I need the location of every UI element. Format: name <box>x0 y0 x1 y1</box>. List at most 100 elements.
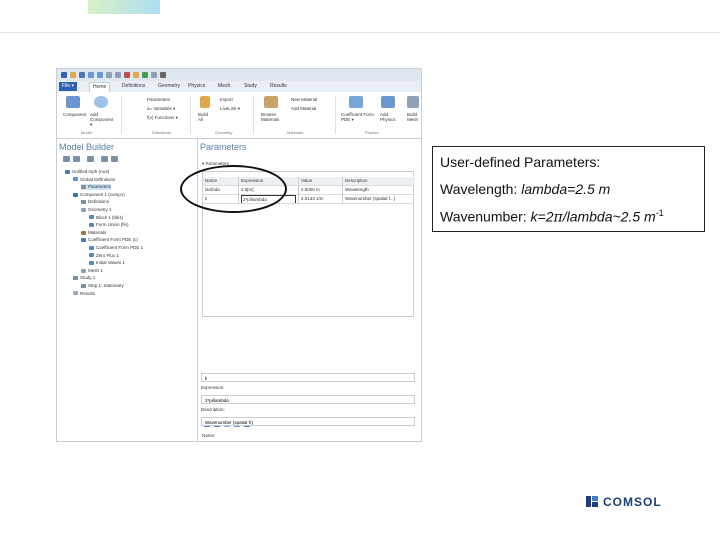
tree-item-label: Block 1 (blk1) <box>96 214 124 220</box>
tree-item-label: Initial Values 1 <box>96 260 125 266</box>
cell-description[interactable]: Wavenumber (spatial f...) <box>345 195 411 203</box>
column-divider <box>298 177 299 203</box>
show-icon[interactable] <box>87 156 94 162</box>
forward-icon[interactable] <box>73 156 80 162</box>
tree-item-label: Component 1 (comp1) <box>80 191 125 197</box>
tree-item[interactable]: Form Union (fin) <box>89 222 129 228</box>
info-wavenumber: Wavenumber: k=2π/lambda~2.5 m-1 <box>440 208 664 226</box>
mesh-icon <box>81 268 86 273</box>
column-divider <box>342 177 343 203</box>
ribbon-separator <box>253 96 254 134</box>
ribbon-group-label: Physics <box>365 130 379 135</box>
tab-file[interactable]: File ▾ <box>59 82 77 91</box>
tree-item[interactable]: Step 1: Stationary <box>81 283 124 289</box>
compute-icon[interactable] <box>142 72 148 78</box>
component-button[interactable]: Component <box>63 112 86 117</box>
tree-item[interactable]: Coefficient Form PDE 1 <box>89 245 143 251</box>
tree-item[interactable]: Coefficient Form PDE (c) <box>81 237 138 243</box>
ribbon-group-label: Materials <box>287 130 304 135</box>
build-all-icon[interactable] <box>200 96 210 108</box>
header-divider <box>0 32 720 33</box>
results-icon <box>73 291 78 296</box>
tree-item[interactable]: Global Definitions <box>73 177 115 183</box>
tree-item[interactable]: Untitled.mph (root) <box>65 169 109 175</box>
new-icon[interactable] <box>61 72 67 78</box>
settings-icon[interactable] <box>151 72 157 78</box>
comsol-window: File ▾ Home Definitions Geometry Physics Mesh… <box>56 68 422 442</box>
coefficient-form-icon[interactable] <box>349 96 363 108</box>
build-icon[interactable] <box>133 72 139 78</box>
ribbon: Component Add Component ▾ Parameters a= … <box>57 92 421 139</box>
browse-materials-icon[interactable] <box>264 96 278 108</box>
column-header-description[interactable]: Description <box>343 177 415 185</box>
tree-item[interactable]: Study 1 <box>73 275 95 281</box>
parameters-button[interactable]: Parameters <box>147 97 170 102</box>
tab-study[interactable]: Study <box>241 82 260 91</box>
tree-item-label: Study 1 <box>80 275 96 281</box>
collapse-icon[interactable] <box>101 156 108 162</box>
quick-access-toolbar <box>57 69 421 81</box>
tree-item[interactable]: Zero Flux 1 <box>89 253 119 259</box>
component-icon <box>73 192 78 197</box>
variables-button[interactable]: a= Variables ▾ <box>147 106 175 111</box>
expand-icon[interactable] <box>111 156 118 162</box>
coefficient-form-button[interactable]: Coefficient Form PDE ▾ <box>341 112 377 122</box>
open-icon[interactable] <box>70 72 76 78</box>
comsol-logo: COMSOL <box>586 494 676 510</box>
flux-icon <box>89 253 94 258</box>
build-mesh-icon[interactable] <box>407 96 419 108</box>
tree-item[interactable]: Results <box>73 291 95 297</box>
add-physics-icon[interactable] <box>381 96 395 108</box>
name-field[interactable]: k <box>201 373 415 382</box>
tree-item[interactable]: Parameters <box>81 184 112 191</box>
cell-description[interactable]: Wavelength <box>345 186 411 194</box>
ribbon-group-label: Geometry <box>215 130 233 135</box>
tree-item[interactable]: Geometry 1 <box>81 207 112 213</box>
wavenumber-prefix: Wavenumber: <box>440 208 531 225</box>
add-component-icon[interactable] <box>94 96 108 108</box>
tab-definitions[interactable]: Definitions <box>119 82 148 91</box>
import-button[interactable]: Import <box>220 97 233 102</box>
wavenumber-exponent: -1 <box>655 208 664 218</box>
tab-physics[interactable]: Physics <box>185 82 208 91</box>
tree-item[interactable]: Mesh 1 <box>81 268 103 274</box>
definitions-icon <box>81 200 86 205</box>
add-component-button[interactable]: Add Component ▾ <box>90 112 116 127</box>
save-icon[interactable] <box>79 72 85 78</box>
build-all-button[interactable]: Build All <box>198 112 210 122</box>
ribbon-group-label: Model <box>81 130 92 135</box>
tree-item[interactable]: Initial Values 1 <box>89 260 125 266</box>
tab-results[interactable]: Results <box>267 82 290 91</box>
new-material-button[interactable]: New Material <box>291 97 317 102</box>
initial-values-icon <box>89 261 94 265</box>
build-mesh-button[interactable]: Build Mesh <box>407 112 421 122</box>
browse-materials-button[interactable]: Browse Materials <box>261 112 285 122</box>
tree-item-label: Zero Flux 1 <box>96 252 119 258</box>
undo-icon[interactable] <box>88 72 94 78</box>
expression-field[interactable]: 2*pi/lambda <box>201 395 415 404</box>
livelink-button[interactable]: LiveLink ▾ <box>220 106 240 111</box>
tree-item[interactable]: Component 1 (comp1) <box>73 192 125 198</box>
tree-item[interactable]: Definitions <box>81 199 109 205</box>
functions-button[interactable]: f(x) Functions ▾ <box>147 115 178 120</box>
redo-icon[interactable] <box>97 72 103 78</box>
component-icon[interactable] <box>66 96 80 108</box>
tab-mesh[interactable]: Mesh <box>215 82 233 91</box>
delete-icon[interactable] <box>124 72 130 78</box>
tab-geometry[interactable]: Geometry <box>155 82 183 91</box>
tree-item-label: Results <box>80 290 96 296</box>
tree-item[interactable]: Materials <box>81 230 106 236</box>
tree-item[interactable]: Block 1 (blk1) <box>89 215 123 221</box>
add-material-button[interactable]: Add Material <box>291 106 316 111</box>
add-physics-button[interactable]: Add Physics <box>380 112 400 122</box>
description-field[interactable]: Wavenumber (spatial fr) <box>201 417 415 426</box>
back-icon[interactable] <box>63 156 70 162</box>
paste-icon[interactable] <box>115 72 121 78</box>
dropdown-icon[interactable] <box>160 72 166 78</box>
tab-home[interactable]: Home <box>89 82 111 92</box>
parameters-icon <box>81 185 86 189</box>
tree-item-label: Definitions <box>88 199 110 205</box>
copy-icon[interactable] <box>106 72 112 78</box>
column-header-value[interactable]: Value <box>299 177 343 185</box>
tree-item-label: Coefficient Form PDE 1 <box>96 245 144 250</box>
